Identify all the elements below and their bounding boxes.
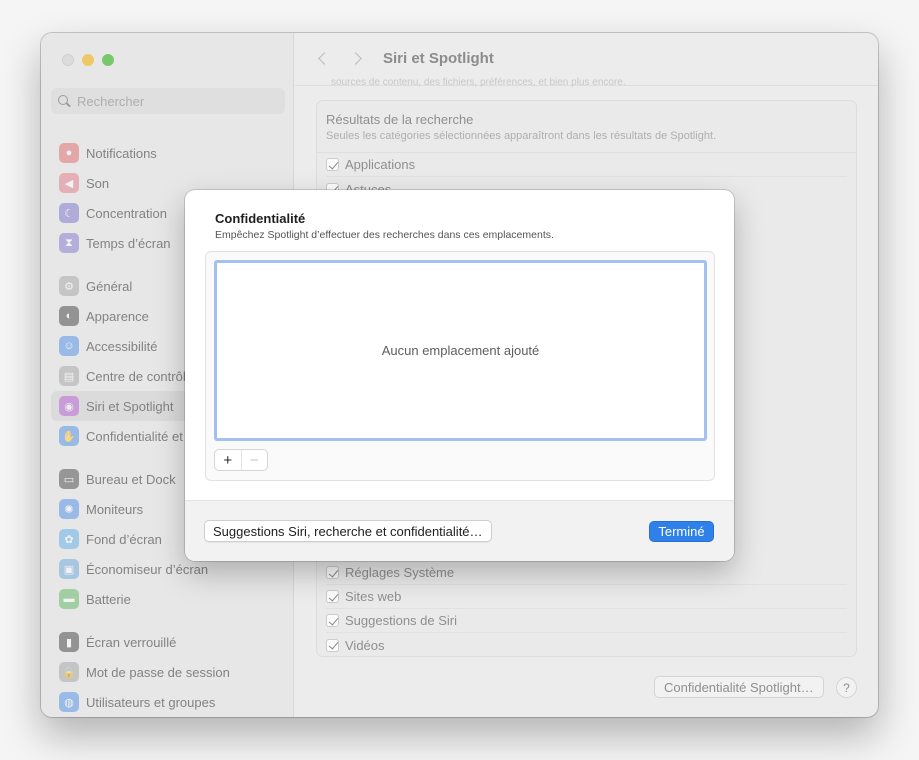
sheet-title: Confidentialité xyxy=(215,211,306,226)
done-button[interactable]: Terminé xyxy=(649,521,714,542)
locations-box: Aucun emplacement ajouté + − xyxy=(205,251,715,481)
add-location-button[interactable]: + xyxy=(215,450,242,470)
empty-list-label: Aucun emplacement ajouté xyxy=(381,343,540,358)
add-remove-control: + − xyxy=(214,449,268,471)
sheet-subtitle: Empêchez Spotlight d’effectuer des reche… xyxy=(215,229,554,241)
remove-location-button[interactable]: − xyxy=(242,450,268,470)
sheet-footer: Suggestions Siri, recherche et confident… xyxy=(185,500,734,561)
privacy-sheet: Confidentialité Empêchez Spotlight d’eff… xyxy=(185,190,734,561)
locations-list[interactable]: Aucun emplacement ajouté xyxy=(214,260,707,441)
siri-suggestions-privacy-button[interactable]: Suggestions Siri, recherche et confident… xyxy=(204,520,492,542)
